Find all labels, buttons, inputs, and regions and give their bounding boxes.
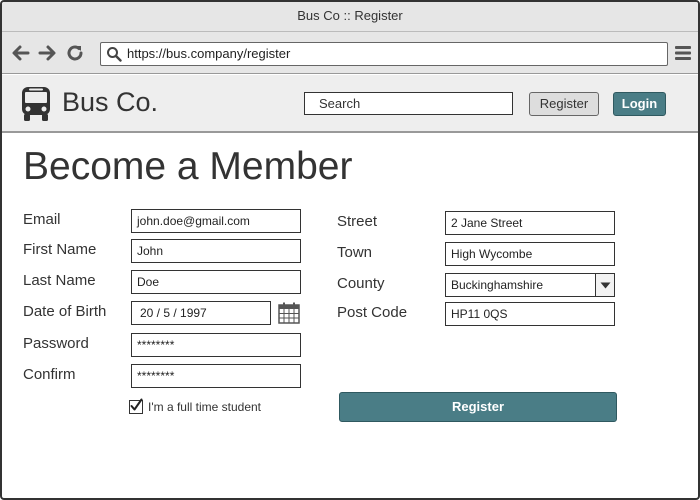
first-name-field[interactable]: John (131, 239, 301, 263)
bus-icon[interactable] (20, 86, 52, 122)
password-field[interactable]: ******** (131, 333, 301, 357)
street-label: Street (337, 213, 378, 230)
student-checkbox[interactable] (129, 398, 143, 414)
search-icon (106, 46, 122, 62)
post-code-label: Post Code (337, 304, 408, 321)
header-register-button[interactable]: Register (529, 92, 599, 116)
browser-toolbar: https://bus.company/register (2, 32, 698, 74)
url-text: https://bus.company/register (127, 46, 291, 61)
search-input[interactable]: Search (304, 92, 513, 115)
chevron-down-icon[interactable] (595, 274, 614, 296)
email-field[interactable]: john.doe@gmail.com (131, 209, 301, 233)
town-field[interactable]: High Wycombe (445, 242, 615, 266)
confirm-label: Confirm (23, 366, 76, 383)
email-label: Email (23, 211, 61, 228)
dob-field[interactable]: 20 / 5 / 1997 (131, 301, 271, 325)
student-checkbox-label: I'm a full time student (148, 400, 262, 414)
password-label: Password (23, 335, 89, 352)
window-title: Bus Co :: Register (2, 2, 698, 32)
confirm-password-field[interactable]: ******** (131, 364, 301, 388)
post-code-field[interactable]: HP11 0QS (445, 302, 615, 326)
street-field[interactable]: 2 Jane Street (445, 211, 615, 235)
menu-icon[interactable] (674, 44, 692, 62)
page-title: Become a Member (23, 145, 353, 188)
calendar-icon[interactable] (277, 301, 301, 325)
last-name-field[interactable]: Doe (131, 270, 301, 294)
address-bar[interactable]: https://bus.company/register (100, 42, 668, 66)
back-icon[interactable] (10, 42, 32, 64)
reload-icon[interactable] (64, 42, 86, 64)
county-value: Buckinghamshire (451, 278, 544, 292)
site-header: Bus Co. Search Register Login (2, 75, 698, 133)
county-select[interactable]: Buckinghamshire (445, 273, 615, 297)
first-name-label: First Name (23, 241, 97, 258)
browser-window: Bus Co :: Register https://bus.company/r… (0, 0, 700, 500)
register-submit-button[interactable]: Register (339, 392, 617, 422)
dob-label: Date of Birth (23, 303, 107, 320)
forward-icon[interactable] (36, 42, 58, 64)
login-button[interactable]: Login (613, 92, 666, 116)
county-label: County (337, 275, 385, 292)
brand-name[interactable]: Bus Co. (62, 85, 158, 119)
town-label: Town (337, 244, 373, 261)
last-name-label: Last Name (23, 272, 96, 289)
